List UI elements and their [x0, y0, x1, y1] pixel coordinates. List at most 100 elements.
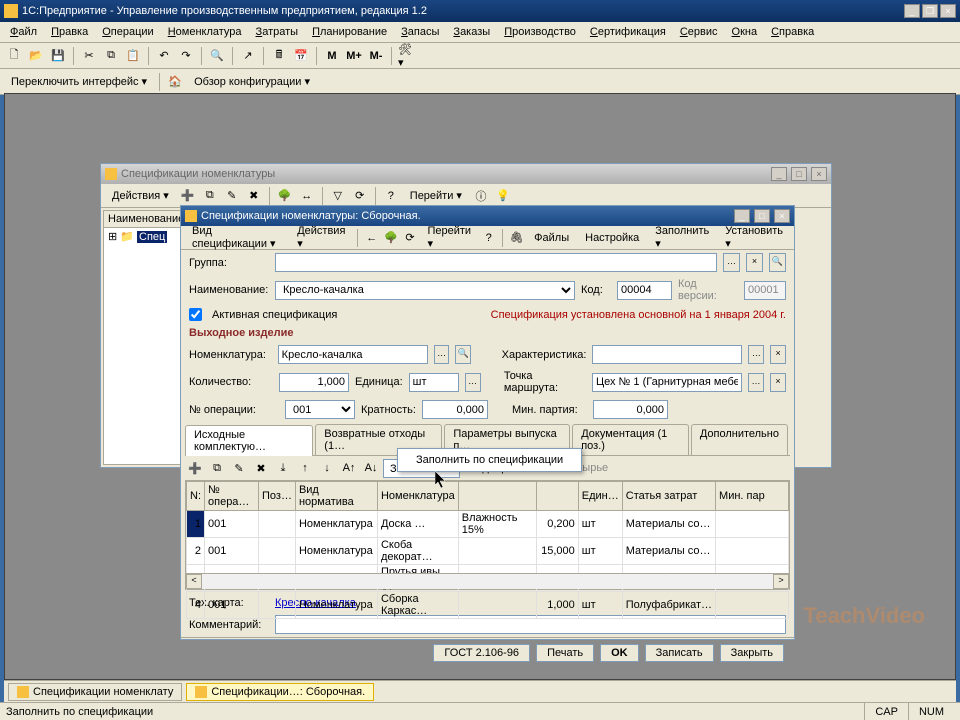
menu-nomenclature[interactable]: Номенклатура — [162, 24, 248, 40]
route-clear-button[interactable]: × — [770, 373, 786, 392]
row-sort-desc-icon[interactable]: A↓ — [361, 458, 381, 478]
menu-planning[interactable]: Планирование — [306, 24, 393, 40]
copy-icon[interactable]: ⧉ — [101, 46, 121, 66]
active-spec-checkbox[interactable] — [189, 308, 202, 321]
row-edit-icon[interactable]: ✎ — [229, 458, 249, 478]
group-select-button[interactable]: … — [723, 253, 740, 272]
list-close-button[interactable]: × — [811, 167, 827, 181]
list-filter-icon[interactable]: ▽ — [328, 186, 348, 206]
col-min[interactable]: Мин. пар — [716, 482, 789, 511]
m-minus-button[interactable]: M- — [366, 46, 386, 66]
cut-icon[interactable]: ✂ — [79, 46, 99, 66]
code-field[interactable] — [617, 281, 672, 300]
menu-operations[interactable]: Операции — [96, 24, 159, 40]
spec-list-titlebar[interactable]: Спецификации номенклатуры _ □ × — [101, 164, 831, 184]
undo-icon[interactable]: ↶ — [154, 46, 174, 66]
form-close-button[interactable]: × — [774, 209, 790, 223]
minimize-button[interactable]: _ — [904, 4, 920, 18]
route-select-button[interactable]: … — [748, 373, 764, 392]
list-info-icon[interactable]: ⓘ — [471, 186, 491, 206]
calendar-icon[interactable]: 📅 — [291, 46, 311, 66]
list-edit-icon[interactable]: ✎ — [222, 186, 242, 206]
group-clear-button[interactable]: × — [746, 253, 763, 272]
list-maximize-button[interactable]: □ — [791, 167, 807, 181]
col-qty[interactable] — [536, 482, 578, 511]
list-hierarchy-icon[interactable]: 🌳 — [275, 186, 295, 206]
nomenclature-field[interactable] — [278, 345, 428, 364]
col-kind[interactable]: Вид норматива — [295, 482, 377, 511]
group-field[interactable] — [275, 253, 717, 272]
fill-button[interactable]: Заполнить ▾ — [648, 222, 716, 253]
form-minimize-button[interactable]: _ — [734, 209, 750, 223]
switch-interface-button[interactable]: Переключить интерфейс ▾ — [4, 72, 154, 91]
form-back-icon[interactable]: ← — [363, 228, 380, 248]
files-button[interactable]: Файлы — [527, 229, 576, 247]
menu-stock[interactable]: Запасы — [395, 24, 445, 40]
row-add-icon[interactable]: ➕ — [185, 458, 205, 478]
table-row[interactable]: 4001 НоменклатураСборка Каркас… 1,000штП… — [187, 592, 789, 619]
close-form-button[interactable]: Закрыть — [720, 644, 784, 662]
table-row[interactable]: 1001 НоменклатураДоска …Влажность 15% 0,… — [187, 511, 789, 538]
tab-docs[interactable]: Документация (1 поз.) — [572, 424, 689, 455]
m-plus-button[interactable]: M+ — [344, 46, 364, 66]
col-unit[interactable]: Един… — [578, 482, 622, 511]
new-icon[interactable]: 🗋 — [4, 46, 24, 66]
go-icon[interactable]: ↗ — [238, 46, 258, 66]
list-minimize-button[interactable]: _ — [771, 167, 787, 181]
char-select-button[interactable]: … — [748, 345, 764, 364]
oper-field[interactable]: 001 — [285, 400, 355, 419]
row-copy-icon[interactable]: ⧉ — [207, 458, 227, 478]
form-help-icon[interactable]: ? — [480, 228, 497, 248]
col-n[interactable]: N: — [187, 482, 205, 511]
qty-field[interactable] — [279, 373, 349, 392]
list-move-icon[interactable]: ↔ — [297, 186, 317, 206]
route-field[interactable] — [592, 373, 742, 392]
form-tree-icon[interactable]: 🌳 — [382, 228, 399, 248]
form-go-button[interactable]: Перейти ▾ — [420, 222, 478, 253]
task-item-2[interactable]: Спецификации…: Сборочная. — [186, 683, 374, 701]
list-tips-icon[interactable]: 💡 — [493, 186, 513, 206]
menu-windows[interactable]: Окна — [726, 24, 764, 40]
find-icon[interactable]: 🔍 — [207, 46, 227, 66]
restore-button[interactable]: ❐ — [922, 4, 938, 18]
row-sort-asc-icon[interactable]: A↑ — [339, 458, 359, 478]
m-button[interactable]: M — [322, 46, 342, 66]
tab-extra[interactable]: Дополнительно — [691, 424, 788, 455]
list-add-icon[interactable]: ➕ — [178, 186, 198, 206]
col-cost[interactable]: Статья затрат — [622, 482, 715, 511]
list-actions-button[interactable]: Действия ▾ — [105, 186, 176, 205]
save-icon[interactable]: 💾 — [48, 46, 68, 66]
save-button[interactable]: Записать — [645, 644, 714, 662]
row-down-icon[interactable]: ↓ — [317, 458, 337, 478]
fill-by-spec-item[interactable]: Заполнить по спецификации — [400, 451, 579, 469]
menu-edit[interactable]: Правка — [45, 24, 94, 40]
set-button[interactable]: Установить ▾ — [718, 222, 790, 253]
settings-button[interactable]: Настройка — [578, 229, 646, 247]
unit-select-button[interactable]: … — [465, 373, 481, 392]
tools-icon[interactable]: 🛠▾ — [397, 46, 417, 66]
redo-icon[interactable]: ↷ — [176, 46, 196, 66]
name-field[interactable]: Кресло-качалка — [275, 281, 575, 300]
open-icon[interactable]: 📂 — [26, 46, 46, 66]
tab-components[interactable]: Исходные комплектую… — [185, 425, 313, 456]
menu-costs[interactable]: Затраты — [250, 24, 305, 40]
minbatch-field[interactable] — [593, 400, 668, 419]
char-field[interactable] — [592, 345, 742, 364]
mult-field[interactable] — [422, 400, 488, 419]
char-clear-button[interactable]: × — [770, 345, 786, 364]
list-refresh-icon[interactable]: ⟳ — [350, 186, 370, 206]
col-extra[interactable] — [458, 482, 536, 511]
close-button[interactable]: × — [940, 4, 956, 18]
nom-select-button[interactable]: … — [434, 345, 450, 364]
view-spec-button[interactable]: Вид спецификации ▾ — [185, 222, 288, 253]
row-end-icon[interactable]: ⤓ — [273, 458, 293, 478]
list-delete-icon[interactable]: ✖ — [244, 186, 264, 206]
col-nom[interactable]: Номенклатура — [377, 482, 458, 511]
menu-production[interactable]: Производство — [498, 24, 582, 40]
gost-button[interactable]: ГОСТ 2.106-96 — [433, 644, 530, 662]
list-help-icon[interactable]: ? — [381, 186, 401, 206]
home-icon[interactable]: 🏠 — [165, 72, 185, 92]
menu-file[interactable]: Файл — [4, 24, 43, 40]
group-open-button[interactable]: 🔍 — [769, 253, 786, 272]
print-button[interactable]: Печать — [536, 644, 594, 662]
